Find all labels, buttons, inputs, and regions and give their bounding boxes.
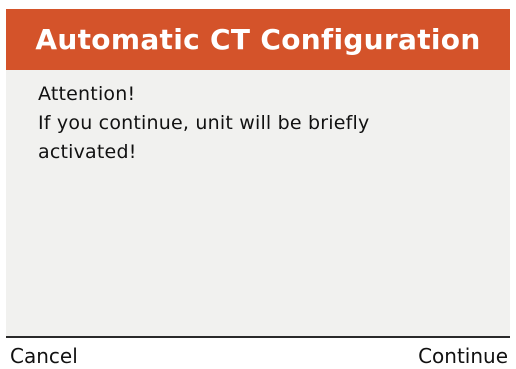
message-line-warning: If you continue, unit will be briefly (38, 112, 370, 134)
cancel-softkey[interactable]: Cancel (10, 344, 78, 368)
dialog-title: Automatic CT Configuration (35, 23, 481, 56)
message-line-activated: activated! (38, 141, 137, 163)
continue-softkey[interactable]: Continue (418, 344, 508, 368)
softkey-divider (6, 336, 510, 338)
message-line-attention: Attention! (38, 83, 136, 105)
dialog-message: Attention! If you continue, unit will be… (38, 80, 478, 167)
dialog-header: Automatic CT Configuration (6, 9, 510, 70)
device-screen: Automatic CT Configuration Attention! If… (0, 0, 516, 369)
